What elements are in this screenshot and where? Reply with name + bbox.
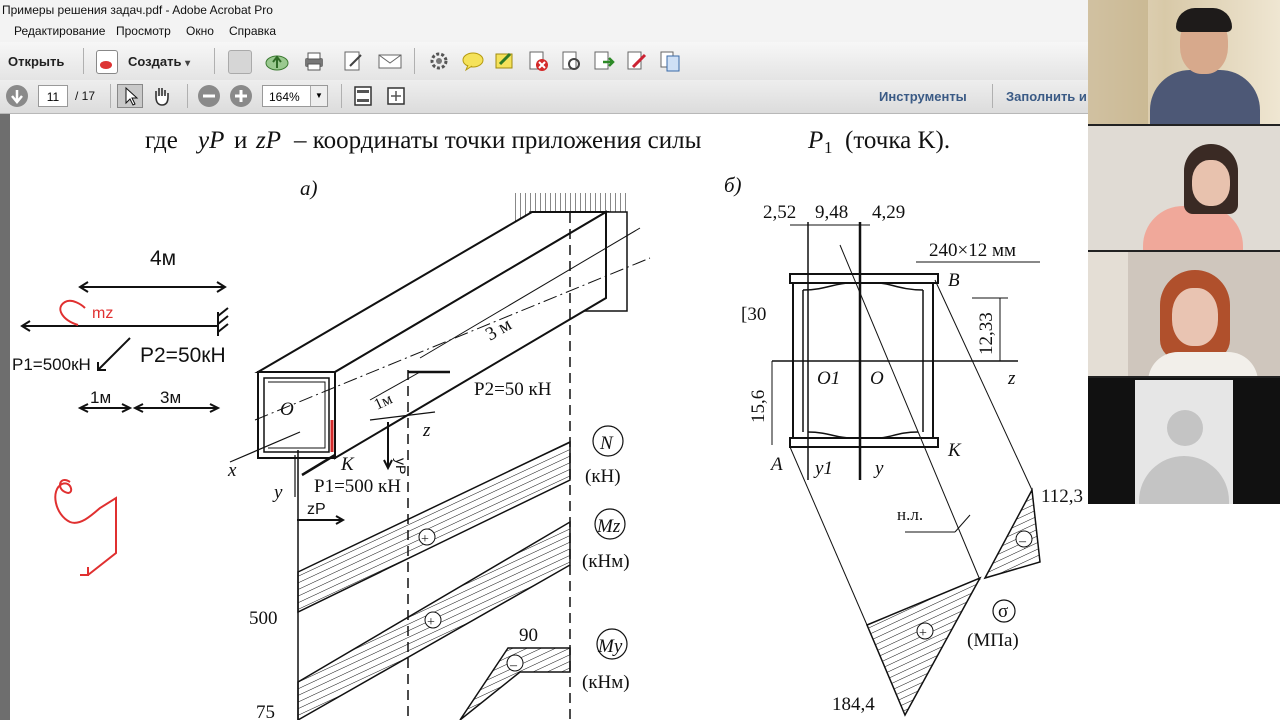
person-shirt <box>1148 352 1258 376</box>
dim-12-33: 12,33 <box>976 312 997 355</box>
unit-Mz: (кНм) <box>582 551 630 572</box>
plate-size: 240×12 мм <box>929 240 1016 261</box>
sign-minus-my: – <box>509 658 518 673</box>
channel-label: [30 <box>741 304 766 325</box>
stress-184-4: 184,4 <box>832 694 875 715</box>
person-face <box>1172 288 1218 346</box>
hw-mz: mz <box>92 305 113 322</box>
text-zp: zP <box>255 127 281 154</box>
dim-15-6: 15,6 <box>748 390 769 423</box>
axis-y: y <box>873 458 884 479</box>
hw-three: 3м <box>160 388 181 407</box>
avatar-body-icon <box>1139 456 1229 504</box>
person-shirt <box>1150 70 1260 124</box>
axis-z: z <box>1007 368 1016 389</box>
avatar-placeholder <box>1135 380 1233 504</box>
neutral-line-label: н.л. <box>897 505 923 524</box>
sign-minus-sigma: – <box>1018 534 1027 549</box>
sigma-unit: (МПа) <box>967 630 1019 651</box>
value-500: 500 <box>249 608 278 629</box>
unit-N: (кН) <box>585 466 621 487</box>
person-face-front <box>1192 160 1230 206</box>
page-drawing: где yP и zP – координаты точки приложени… <box>12 127 1083 720</box>
beam-P1: P1=500 кН <box>314 476 401 497</box>
value-90: 90 <box>519 625 538 646</box>
unit-My: (кНм) <box>582 672 630 693</box>
participant-video-3[interactable] <box>1088 252 1280 376</box>
sign-plus-mz: + <box>427 615 435 630</box>
text-and: и <box>234 127 247 154</box>
dim-2-52: 2,52 <box>763 202 796 223</box>
label-b: б) <box>724 173 742 197</box>
beam-O: O <box>280 399 294 420</box>
point-B: B <box>948 270 960 291</box>
participant-video-1[interactable] <box>1088 0 1280 124</box>
beam-diagram <box>229 193 651 720</box>
label-Mz: Mz <box>596 516 621 537</box>
dim-9-48: 9,48 <box>815 202 848 223</box>
participant-video-4[interactable] <box>1088 378 1280 504</box>
person-hair <box>1176 8 1232 32</box>
sign-plus-n: + <box>421 532 429 547</box>
text-point: (точка K). <box>845 127 950 154</box>
hw-zp: zP <box>307 501 326 518</box>
text-yp: yP <box>195 127 224 154</box>
axis-y1: y1 <box>813 458 833 479</box>
beam-z: z <box>422 420 431 441</box>
text-p-sub: 1 <box>824 138 833 157</box>
stress-diagram-plus <box>866 576 982 717</box>
value-75: 75 <box>256 702 275 720</box>
text-p: P <box>807 127 823 154</box>
dim-4-29: 4,29 <box>872 202 905 223</box>
sigma-label: σ <box>998 601 1008 622</box>
point-O1: O1 <box>817 368 840 389</box>
hw-yp: yP <box>393 458 409 474</box>
sign-plus-sigma: + <box>919 626 927 641</box>
participant-video-2[interactable] <box>1088 126 1280 250</box>
label-N: N <box>599 433 614 454</box>
beam-P2: P2=50 кН <box>474 379 552 400</box>
point-O: O <box>870 368 884 389</box>
text-description: – координаты точки приложения силы <box>293 127 702 154</box>
point-A: A <box>769 454 783 475</box>
label-a: а) <box>300 176 318 200</box>
beam-y: y <box>272 482 283 503</box>
hw-one: 1м <box>90 388 111 407</box>
hw-len4: 4м <box>150 247 176 270</box>
beam-K: K <box>340 454 355 475</box>
avatar-head-icon <box>1167 410 1203 446</box>
hw-p1: P1=500кН <box>12 355 91 374</box>
stress-112-3: 112,3 <box>1041 486 1083 507</box>
stress-diagram-minus <box>983 487 1041 580</box>
point-K: K <box>947 440 962 461</box>
text-where: где <box>145 127 178 154</box>
hw-p2: P2=50кН <box>140 344 226 367</box>
label-My: My <box>597 636 623 657</box>
beam-x: x <box>227 460 237 481</box>
